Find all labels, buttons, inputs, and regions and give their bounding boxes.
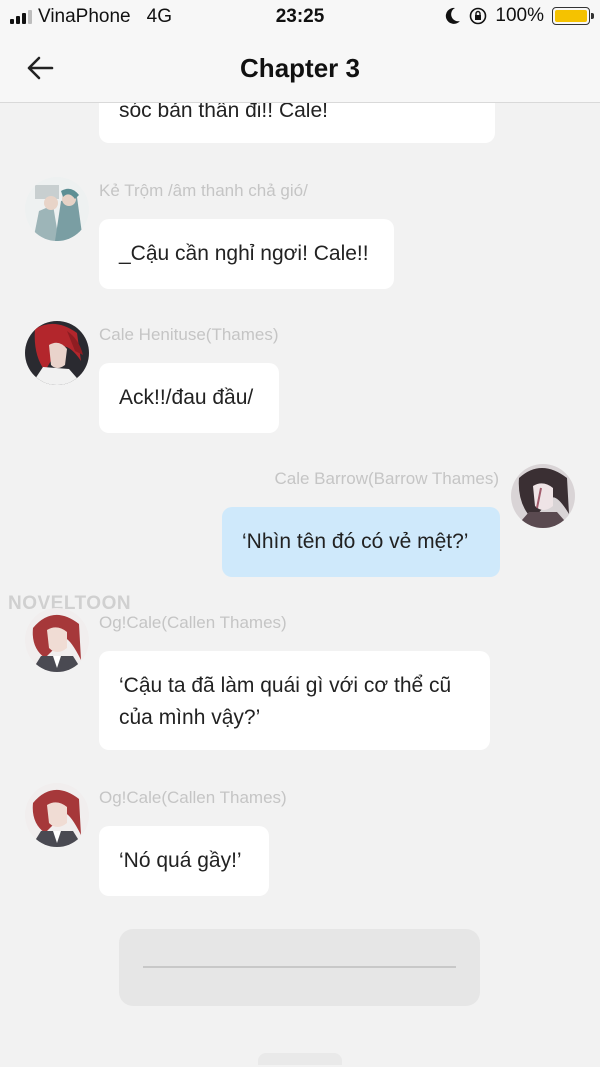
- message-text: Ack!!/đau đầu/: [119, 386, 254, 409]
- status-bar: VinaPhone 4G 23:25 100%: [0, 0, 600, 34]
- chat-thread[interactable]: sóc bản thân đi!! Cale! Kẻ Trộm /âm than…: [0, 103, 600, 1067]
- avatar[interactable]: [511, 464, 575, 528]
- avatar-image: [25, 321, 89, 385]
- message-text: sóc bản thân đi!! Cale!: [119, 103, 328, 122]
- message-text: ‘Nó quá gầy!’: [119, 849, 242, 872]
- input-underline: [143, 966, 456, 968]
- avatar[interactable]: [25, 608, 89, 672]
- avatar[interactable]: [25, 783, 89, 847]
- message-bubble: Ack!!/đau đầu/: [99, 363, 279, 433]
- message-text: _Cậu cần nghỉ ngơi! Cale!!: [119, 242, 369, 265]
- avatar-image: [25, 608, 89, 672]
- message-text: ‘Nhìn tên đó có vẻ mệt?’: [242, 530, 469, 553]
- avatar-image: [25, 783, 89, 847]
- sender-name: Kẻ Trộm /âm thanh chả gió/: [99, 181, 308, 200]
- message-bubble: ‘Cậu ta đã làm quái gì với cơ thể cũ của…: [99, 651, 490, 750]
- sender-name: Og!Cale(Callen Thames): [99, 613, 287, 632]
- battery-percent: 100%: [495, 5, 544, 26]
- message-bubble: _Cậu cần nghỉ ngơi! Cale!!: [99, 219, 394, 289]
- reply-input-box[interactable]: [119, 929, 480, 1006]
- avatar[interactable]: [25, 321, 89, 385]
- orientation-lock-icon: [470, 7, 487, 25]
- message-bubble: sóc bản thân đi!! Cale!: [99, 103, 495, 143]
- bottom-handle[interactable]: [258, 1053, 342, 1065]
- avatar-image: [25, 177, 89, 241]
- avatar-image: [511, 464, 575, 528]
- battery-icon: [552, 7, 594, 25]
- message-text: ‘Cậu ta đã làm quái gì với cơ thể cũ của…: [119, 674, 452, 729]
- page-title: Chapter 3: [240, 53, 360, 83]
- avatar[interactable]: [25, 177, 89, 241]
- message-bubble-self: ‘Nhìn tên đó có vẻ mệt?’: [222, 507, 500, 577]
- sender-name: Cale Henituse(Thames): [99, 325, 279, 344]
- message-bubble: ‘Nó quá gầy!’: [99, 826, 269, 896]
- sender-name: Cale Barrow(Barrow Thames): [274, 469, 499, 488]
- top-nav-bar: Chapter 3: [0, 34, 600, 103]
- status-right: 100%: [445, 5, 594, 27]
- moon-icon: [446, 7, 461, 24]
- sender-name: Og!Cale(Callen Thames): [99, 788, 287, 807]
